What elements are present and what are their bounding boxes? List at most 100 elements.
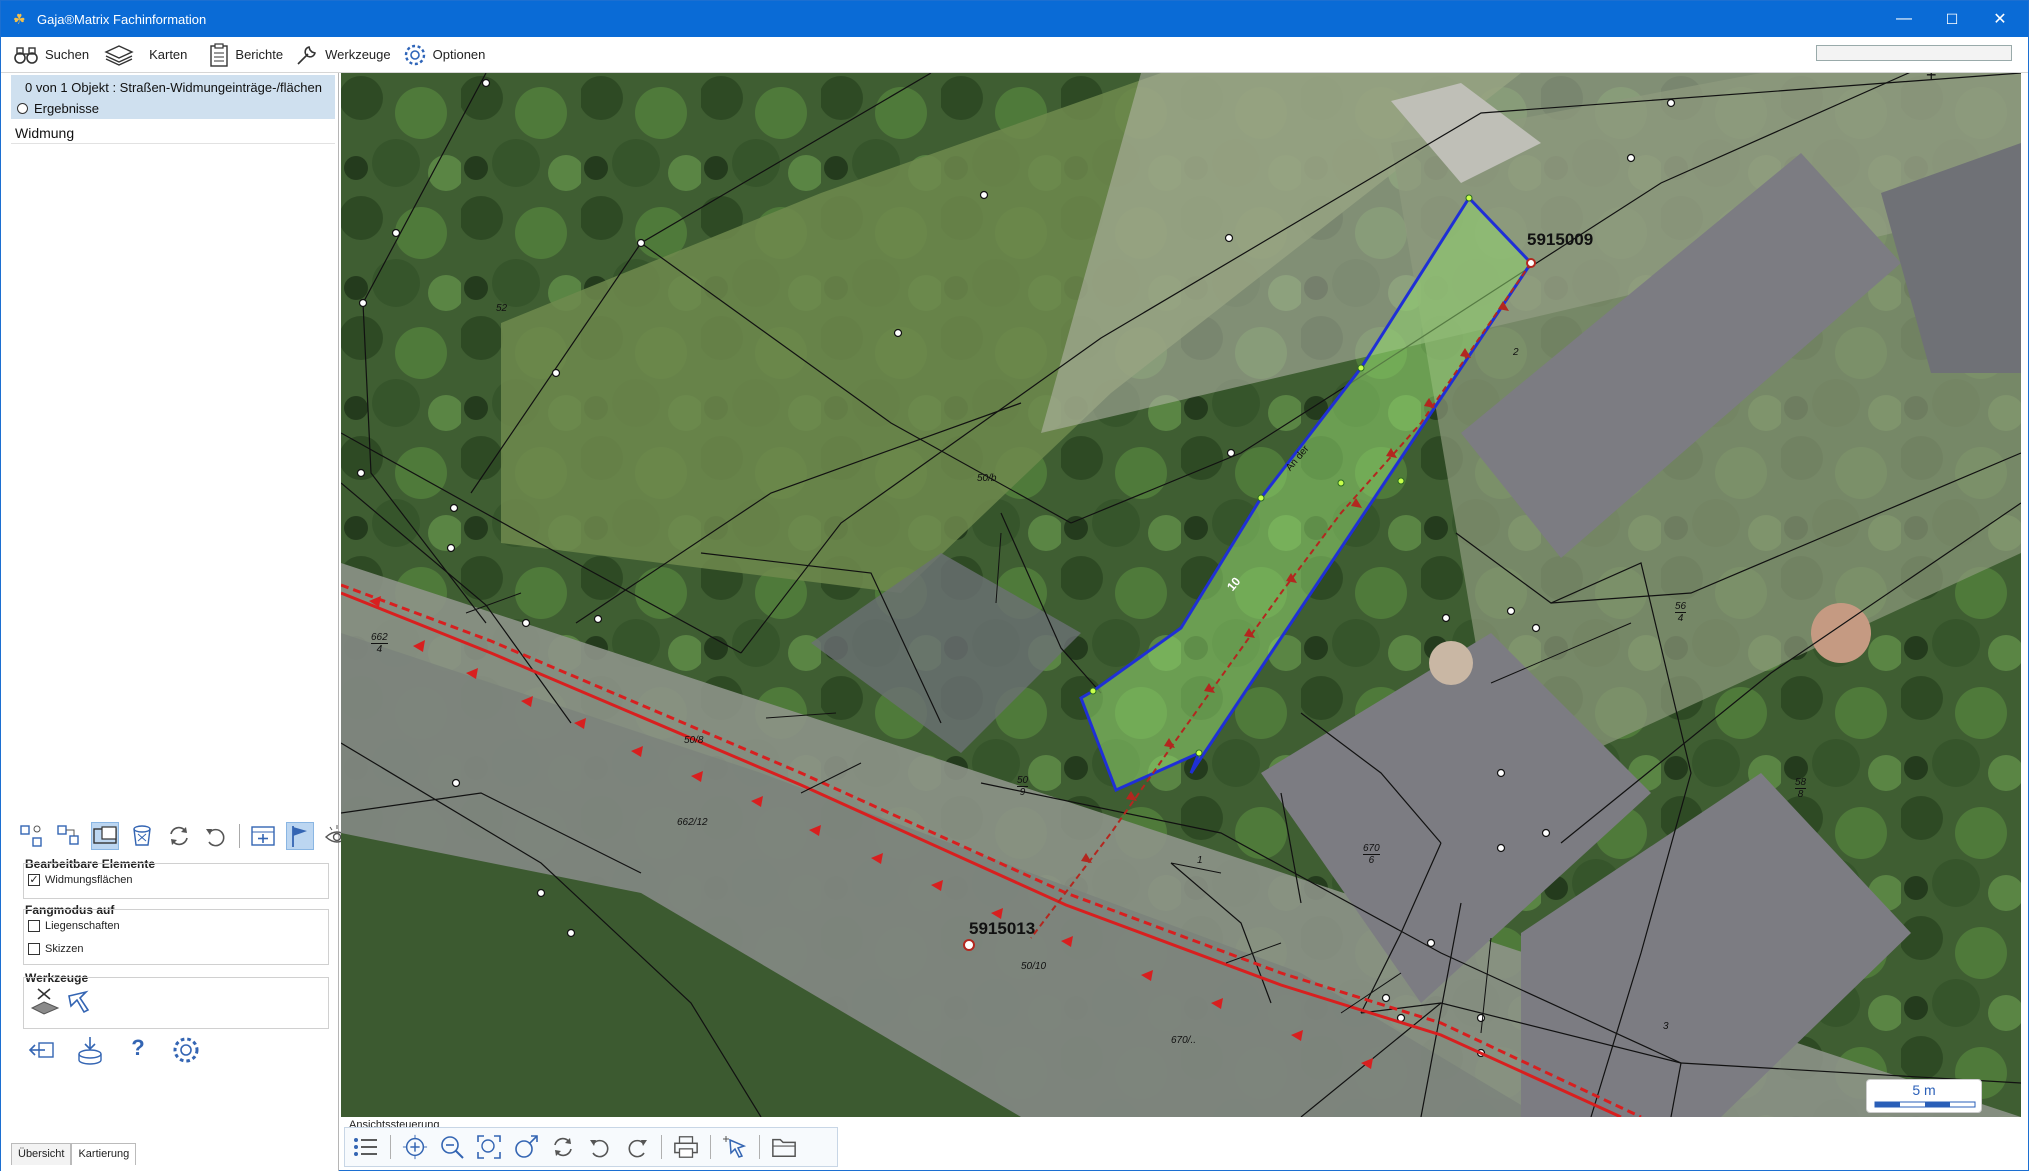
results-radio[interactable]: Ergebnisse: [17, 101, 99, 116]
minimize-button[interactable]: —: [1881, 1, 1927, 37]
numerator: 670: [1363, 843, 1380, 855]
title-bar: ☘ Gaja®Matrix Fachinformation — ☐ ✕: [1, 1, 2028, 37]
axis-endpoint[interactable]: [963, 939, 975, 951]
info-select-button[interactable]: [722, 1134, 748, 1160]
numerator: 58: [1795, 777, 1807, 789]
exit-button[interactable]: [27, 1035, 57, 1065]
maps-button[interactable]: Karten: [103, 39, 187, 71]
widmungsflaechen-checkbox[interactable]: ✓ Widmungsflächen: [28, 874, 132, 886]
clipboard-icon: [210, 42, 229, 67]
toolbar-separator: [390, 1135, 391, 1159]
open-folder-button[interactable]: [771, 1134, 797, 1160]
legend-button[interactable]: [353, 1134, 379, 1160]
maximize-button[interactable]: ☐: [1929, 1, 1975, 37]
snap-mode-box: Liegenschaften Skizzen: [23, 909, 329, 965]
add-node-button[interactable]: [17, 822, 45, 850]
panel-footer-actions: ?: [27, 1035, 201, 1065]
building-number: 2: [1513, 347, 1519, 358]
axis-endpoint[interactable]: [1526, 258, 1536, 268]
help-button[interactable]: ?: [123, 1035, 153, 1065]
tab-kartierung[interactable]: Kartierung: [71, 1143, 137, 1165]
left-panel: 0 von 1 Objekt : Straßen-Widmungeinträge…: [1, 73, 350, 1171]
liegenschaften-checkbox[interactable]: Liegenschaften: [28, 920, 120, 932]
delete-button[interactable]: [128, 822, 156, 850]
zoom-selection-icon: [515, 1135, 538, 1158]
options-button[interactable]: Optionen: [403, 39, 485, 71]
refresh-map-button[interactable]: [550, 1134, 576, 1160]
maps-label: Karten: [149, 47, 188, 62]
checkbox-unchecked[interactable]: [28, 943, 40, 955]
add-area-button[interactable]: [249, 822, 277, 850]
move-node-button[interactable]: [54, 822, 82, 850]
tree-crown: [1429, 641, 1473, 685]
cursor-select-icon: [68, 990, 90, 1014]
merge-layers-icon: [30, 988, 60, 1015]
tools-box: [23, 977, 329, 1029]
close-button[interactable]: ✕: [1977, 1, 2023, 37]
widmung-item[interactable]: Widmung: [15, 125, 74, 141]
main-toolbar: Suchen Karten Berichte Werkzeuge Optione…: [1, 37, 2028, 73]
database-download-icon: [78, 1037, 102, 1065]
layers-icon: [104, 44, 134, 66]
app-icon: ☘: [13, 11, 26, 27]
merge-tool-button[interactable]: [30, 986, 62, 1020]
add-area-icon: [251, 826, 275, 846]
parcel-id-top: 5915009: [1527, 230, 1594, 249]
previous-view-button[interactable]: [587, 1134, 613, 1160]
exit-icon: [28, 1042, 54, 1058]
application-window: ☘ Gaja®Matrix Fachinformation — ☐ ✕ Such…: [0, 0, 2029, 1171]
checkbox-label: Widmungsflächen: [45, 874, 133, 886]
select-tool-button[interactable]: [66, 986, 98, 1020]
denominator: 4: [376, 644, 383, 655]
editable-elements-box: ✓ Widmungsflächen: [23, 863, 329, 899]
zoom-extent-button[interactable]: [476, 1134, 502, 1160]
tree-crown: [1811, 603, 1871, 663]
denominator: 6: [1368, 855, 1375, 866]
gear-icon: [404, 44, 425, 65]
refresh-button[interactable]: [165, 822, 193, 850]
tools-label: Werkzeuge: [325, 47, 391, 62]
checkbox-unchecked[interactable]: [28, 920, 40, 932]
search-button[interactable]: Suchen: [13, 39, 89, 71]
refresh-icon: [554, 1137, 572, 1157]
parcel-label-fraction: 670 6: [1363, 843, 1380, 866]
refresh-icon: [170, 826, 188, 846]
cursor-info-icon: [723, 1136, 747, 1158]
north-cross-icon: +: [1926, 73, 1937, 85]
map-drawing: [341, 73, 2021, 1117]
parcel-label-fraction: 58 8: [1795, 777, 1807, 800]
zoom-in-button[interactable]: [402, 1134, 428, 1160]
parcel-label: 670/..: [1171, 1035, 1197, 1046]
undo-button[interactable]: [202, 822, 230, 850]
skizzen-checkbox[interactable]: Skizzen: [28, 943, 84, 955]
checkbox-label: Skizzen: [45, 943, 84, 955]
select-area-button[interactable]: [91, 822, 119, 850]
reports-button[interactable]: Berichte: [209, 39, 283, 71]
zoom-in-icon: [402, 1134, 428, 1160]
database-download-button[interactable]: [75, 1035, 105, 1065]
settings-button[interactable]: [171, 1035, 201, 1065]
numerator: 662: [371, 632, 388, 644]
print-button[interactable]: [673, 1134, 699, 1160]
tab-uebersicht[interactable]: Übersicht: [11, 1143, 72, 1165]
select-area-icon: [93, 826, 117, 844]
denominator: 9: [1019, 787, 1026, 798]
result-header: 0 von 1 Objekt : Straßen-Widmungeinträge…: [11, 75, 335, 119]
checkbox-checked[interactable]: ✓: [28, 874, 40, 886]
zoom-selection-button[interactable]: [513, 1134, 539, 1160]
parcel-label-fraction: 56 4: [1675, 601, 1687, 624]
toolbar-separator: [239, 824, 240, 848]
undo-icon: [206, 828, 225, 847]
map-canvas[interactable]: 5915009 5915013 An der 10 52 50/b 662 4 5…: [341, 73, 2021, 1117]
next-view-button[interactable]: [624, 1134, 650, 1160]
scale-ruler: [1874, 1101, 1976, 1108]
flag-icon: [292, 826, 307, 847]
parcel-label-fraction: 50 9: [1017, 775, 1029, 798]
zoom-out-button[interactable]: [439, 1134, 465, 1160]
trash-icon: [133, 825, 151, 846]
search-label: Suchen: [45, 47, 90, 62]
flag-button[interactable]: [286, 822, 314, 850]
result-count: 0 von 1 Objekt : Straßen-Widmungeinträge…: [25, 80, 322, 95]
radio-circle[interactable]: [17, 103, 28, 114]
tools-button[interactable]: Werkzeuge: [295, 39, 391, 71]
